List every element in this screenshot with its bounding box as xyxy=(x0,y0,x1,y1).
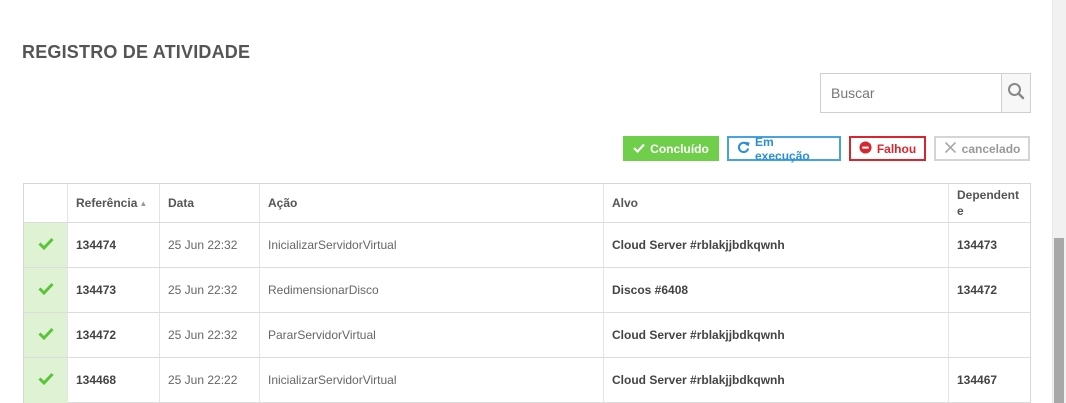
close-icon xyxy=(944,141,957,157)
table-row[interactable]: 134472 25 Jun 22:32 PararServidorVirtual… xyxy=(24,313,1030,358)
header-action-label: Ação xyxy=(268,196,298,210)
dependent-cell: 134467 xyxy=(957,373,998,387)
action-cell: RedimensionarDisco xyxy=(260,268,604,312)
status-cell xyxy=(24,223,68,267)
search-icon xyxy=(1007,82,1025,105)
status-cell xyxy=(24,358,68,402)
filter-running-label: Em execução xyxy=(755,134,810,163)
table-row[interactable]: 134474 25 Jun 22:32 InicializarServidorV… xyxy=(24,223,1030,268)
header-reference[interactable]: Referência ▲ xyxy=(68,184,160,222)
filter-completed-button[interactable]: Concluído xyxy=(623,136,719,161)
reference-cell: 134472 xyxy=(68,313,160,357)
search-input[interactable] xyxy=(821,74,1001,112)
check-icon xyxy=(37,282,54,298)
header-action[interactable]: Ação xyxy=(260,184,604,222)
action-cell: InicializarServidorVirtual xyxy=(260,358,604,402)
date-cell: 25 Jun 22:32 xyxy=(160,223,260,267)
filter-failed-label: Falhou xyxy=(876,141,917,156)
target-cell: Cloud Server #rblakjjbdkqwnh xyxy=(604,358,949,402)
search-box xyxy=(820,73,1031,113)
dependent-cell xyxy=(949,313,1030,357)
check-icon xyxy=(37,372,54,388)
search-button[interactable] xyxy=(1001,74,1030,112)
scrollbar-thumb[interactable] xyxy=(1054,238,1064,403)
status-cell xyxy=(24,397,68,403)
check-icon xyxy=(37,327,54,343)
date-cell: 25 Jun 22:32 xyxy=(160,313,260,357)
filter-cancelled-label: cancelado xyxy=(961,141,1021,156)
header-status xyxy=(24,184,68,222)
header-reference-label: Referência xyxy=(76,196,138,210)
filter-completed-label: Concluído xyxy=(650,141,709,156)
header-dependent-label: Dependente xyxy=(957,188,1020,218)
target-cell: Cloud Server #rblakjjbdkqwnh xyxy=(604,223,949,267)
refresh-icon xyxy=(737,141,750,157)
target-cell: Cloud Server #rblakjjbdkqwnh xyxy=(604,313,949,357)
target-cell: Discos #6408 xyxy=(604,268,949,312)
reference-cell: 134473 xyxy=(68,268,160,312)
status-filters: Concluído Em execução Falhou cancelado xyxy=(623,134,1030,163)
filter-running-button[interactable]: Em execução xyxy=(727,134,841,163)
table-row[interactable]: 134473 25 Jun 22:32 RedimensionarDisco D… xyxy=(24,268,1030,313)
table-header: Referência ▲ Data Ação Alvo Dependente xyxy=(24,184,1030,223)
dependent-cell: 134473 xyxy=(957,238,998,252)
header-target[interactable]: Alvo xyxy=(604,184,949,222)
header-date-label: Data xyxy=(168,196,195,210)
dependent-cell: 134472 xyxy=(957,283,998,297)
reference-cell: 134468 xyxy=(68,358,160,402)
date-cell: 25 Jun 22:22 xyxy=(160,358,260,402)
page-title: REGISTRO DE ATIVIDADE xyxy=(22,42,251,62)
action-cell: InicializarServidorVirtual xyxy=(260,223,604,267)
filter-cancelled-button[interactable]: cancelado xyxy=(934,136,1030,161)
status-cell xyxy=(24,313,68,357)
header-date[interactable]: Data xyxy=(160,184,260,222)
status-cell xyxy=(24,268,68,312)
reference-cell: 134474 xyxy=(68,223,160,267)
header-target-label: Alvo xyxy=(612,196,639,210)
action-cell: PararServidorVirtual xyxy=(260,313,604,357)
check-icon xyxy=(37,237,54,253)
activity-table: Referência ▲ Data Ação Alvo Dependente 1… xyxy=(23,183,1031,403)
check-icon xyxy=(633,142,645,156)
filter-failed-button[interactable]: Falhou xyxy=(849,136,926,161)
sort-ascending-icon: ▲ xyxy=(139,198,148,208)
date-cell: 25 Jun 22:32 xyxy=(160,268,260,312)
minus-circle-icon xyxy=(859,140,872,157)
table-row-partial xyxy=(23,397,1031,403)
header-dependent[interactable]: Dependente xyxy=(949,184,1030,222)
